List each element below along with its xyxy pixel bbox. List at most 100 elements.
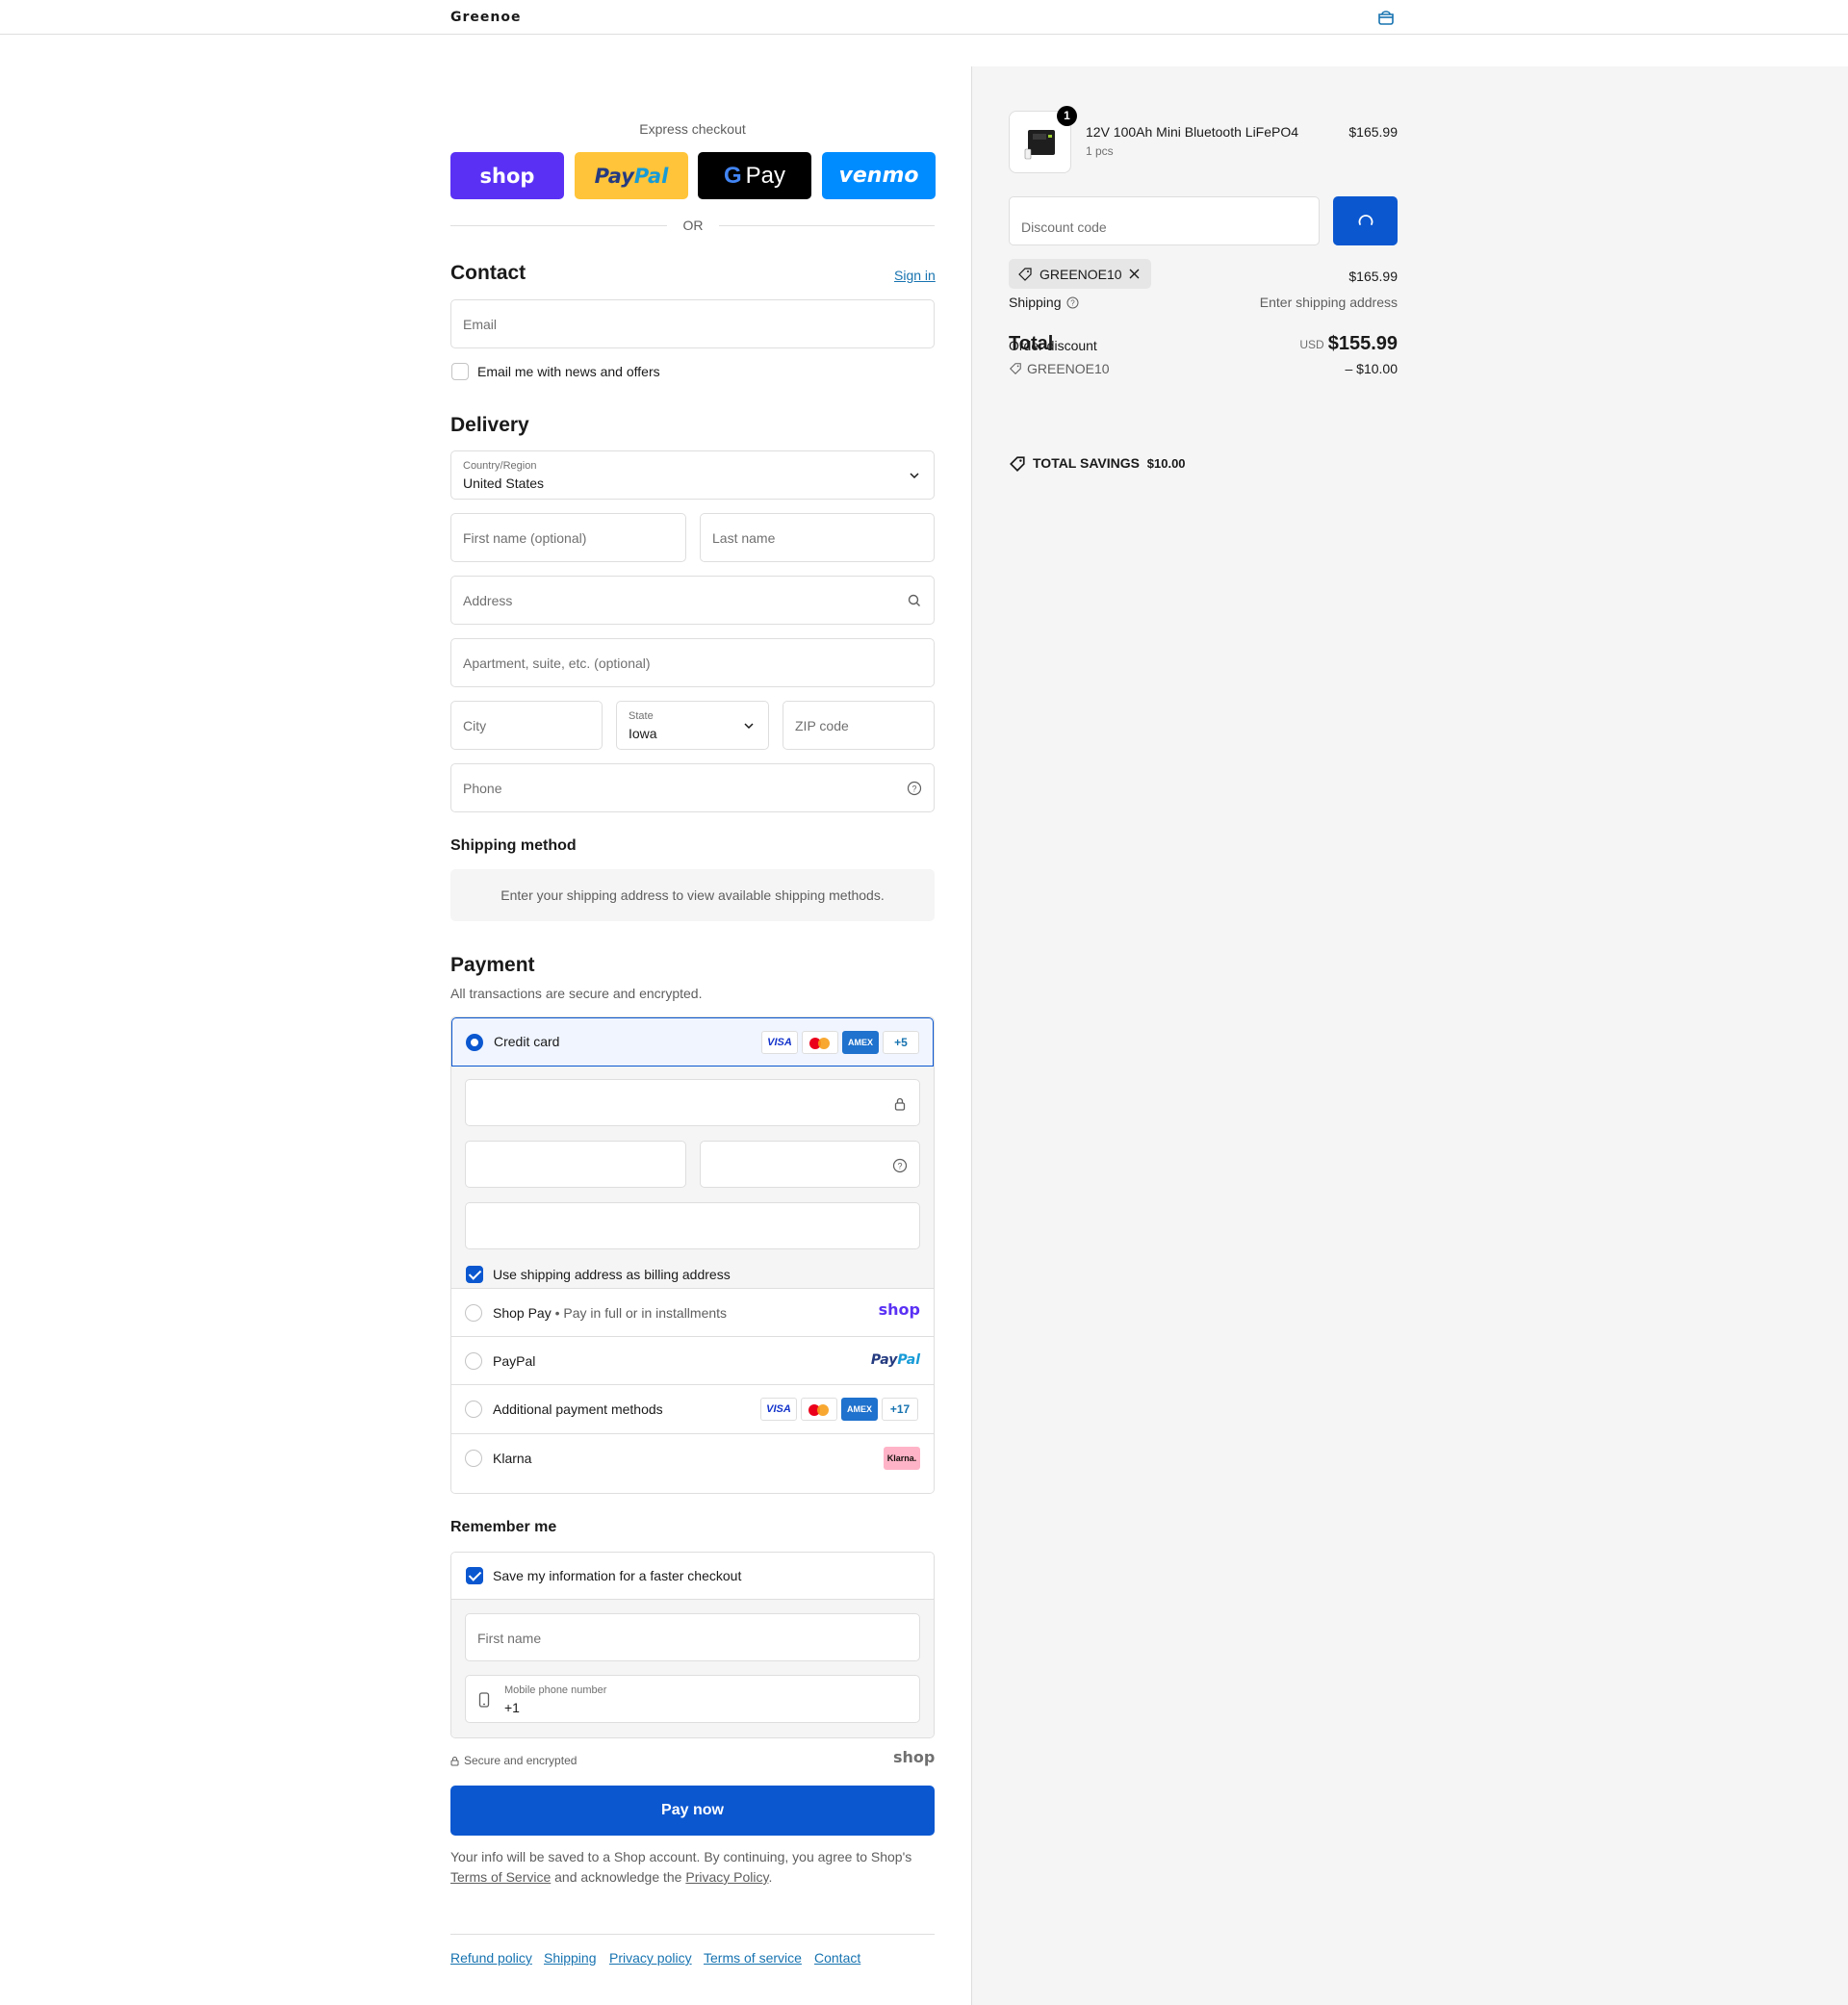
total-row: USD $155.99 <box>1205 333 1398 355</box>
country-select[interactable]: Country/Region United States <box>450 450 935 500</box>
last-name-field[interactable]: Last name <box>700 513 935 562</box>
news-offers-checkbox[interactable] <box>451 363 469 380</box>
email-field[interactable]: Email <box>450 299 935 348</box>
name-on-card-field[interactable] <box>465 1202 920 1249</box>
paypal-label: PayPal <box>493 1353 536 1369</box>
card-number-field[interactable] <box>465 1079 920 1126</box>
applied-discount-chip: GREENOE10 <box>1009 259 1151 289</box>
footer-divider <box>450 1934 935 1935</box>
apartment-placeholder: Apartment, suite, etc. (optional) <box>463 655 651 671</box>
shop-pay-label: Shop Pay • Pay in full or in installment… <box>493 1305 728 1321</box>
paypal-option[interactable]: PayPal PayPal <box>451 1337 934 1385</box>
header: Greenoe <box>0 0 1848 35</box>
secure-encrypted-label: Secure and encrypted <box>464 1754 578 1767</box>
applied-discount-code: GREENOE10 <box>1040 267 1122 282</box>
zip-placeholder: ZIP code <box>795 718 849 733</box>
remember-me-box: Save my information for a faster checkou… <box>450 1552 935 1738</box>
paypal-radio[interactable] <box>465 1352 482 1370</box>
svg-text:?: ? <box>911 784 916 794</box>
privacy-policy-link[interactable]: Privacy Policy <box>685 1869 768 1885</box>
divider <box>719 225 935 226</box>
search-icon <box>908 594 920 606</box>
shipping-method-message: Enter your shipping address to view avai… <box>450 869 935 921</box>
credit-card-radio[interactable] <box>466 1034 483 1051</box>
or-divider-label: OR <box>682 218 704 233</box>
google-g-icon: G <box>723 162 742 189</box>
credit-card-option[interactable]: Credit card VISA AMEX +5 <box>451 1017 934 1067</box>
address-placeholder: Address <box>463 593 513 608</box>
shipping-method-title: Shipping method <box>450 837 577 854</box>
google-pay-express-button[interactable]: G Pay <box>698 152 811 199</box>
tag-icon <box>1018 268 1032 281</box>
discount-code-placeholder: Discount code <box>1021 219 1107 235</box>
email-placeholder: Email <box>463 317 498 332</box>
amex-icon: AMEX <box>841 1398 878 1421</box>
klarna-logo: Klarna. <box>884 1447 920 1470</box>
help-icon[interactable]: ? <box>892 1158 908 1173</box>
footer-shipping-link[interactable]: Shipping <box>544 1950 597 1966</box>
first-name-placeholder: First name (optional) <box>463 530 587 546</box>
city-field[interactable]: City <box>450 701 603 750</box>
quantity-badge: 1 <box>1057 106 1077 126</box>
first-name-field[interactable]: First name (optional) <box>450 513 686 562</box>
remember-me-title: Remember me <box>450 1519 557 1535</box>
expiration-date-field[interactable] <box>465 1141 686 1188</box>
visa-icon: VISA <box>761 1031 798 1054</box>
footer-terms-link[interactable]: Terms of service <box>704 1950 802 1966</box>
phone-placeholder: Phone <box>463 781 502 796</box>
divider <box>450 225 667 226</box>
phone-field[interactable]: Phone ? <box>450 763 935 812</box>
payment-methods: Credit card VISA AMEX +5 ? Use shipping … <box>450 1016 935 1494</box>
klarna-option[interactable]: Klarna Klarna. <box>451 1434 934 1493</box>
save-info-row[interactable]: Save my information for a faster checkou… <box>451 1553 934 1600</box>
footer-refund-policy-link[interactable]: Refund policy <box>450 1950 532 1966</box>
lock-icon <box>450 1757 459 1766</box>
remember-first-name-field[interactable]: First name <box>465 1613 920 1661</box>
mobile-phone-field[interactable]: Mobile phone number +1 <box>465 1675 920 1723</box>
terms-of-service-link[interactable]: Terms of Service <box>450 1869 551 1885</box>
apply-discount-button[interactable] <box>1333 196 1398 245</box>
apartment-field[interactable]: Apartment, suite, etc. (optional) <box>450 638 935 687</box>
phone-icon <box>478 1692 490 1708</box>
shop-pay-option[interactable]: Shop Pay • Pay in full or in installment… <box>451 1289 934 1337</box>
mobile-phone-value: +1 <box>504 1700 520 1715</box>
product-variant: 1 pcs <box>1086 144 1114 158</box>
shop-pay-radio[interactable] <box>465 1304 482 1322</box>
footer-contact-link[interactable]: Contact <box>814 1950 860 1966</box>
close-icon[interactable] <box>1128 268 1141 280</box>
product-name: 12V 100Ah Mini Bluetooth LiFePO4 <box>1086 124 1299 140</box>
visa-icon: VISA <box>760 1398 797 1421</box>
paypal-express-button[interactable]: Pay Pal <box>575 152 688 199</box>
help-icon[interactable]: ? <box>1066 296 1079 309</box>
sign-in-link[interactable]: Sign in <box>894 268 936 283</box>
additional-methods-radio[interactable] <box>465 1401 482 1418</box>
more-cards-badge: +5 <box>883 1031 919 1054</box>
mastercard-icon <box>801 1398 837 1421</box>
contact-title: Contact <box>450 262 526 284</box>
klarna-radio[interactable] <box>465 1450 482 1467</box>
pay-now-button[interactable]: Pay now <box>450 1786 935 1836</box>
store-logo[interactable]: Greenoe <box>450 10 521 25</box>
billing-same-label: Use shipping address as billing address <box>493 1267 731 1282</box>
legal-text: Your info will be saved to a Shop accoun… <box>450 1849 912 1885</box>
address-field[interactable]: Address <box>450 576 935 625</box>
zip-field[interactable]: ZIP code <box>783 701 935 750</box>
tag-icon <box>1010 456 1025 472</box>
security-code-field[interactable]: ? <box>700 1141 920 1188</box>
state-select[interactable]: State Iowa <box>616 701 769 750</box>
chevron-down-icon <box>744 723 754 730</box>
cart-icon[interactable] <box>1376 9 1396 26</box>
klarna-label: Klarna <box>493 1451 532 1466</box>
country-value: United States <box>463 476 545 491</box>
venmo-express-button[interactable]: venmo <box>822 152 936 199</box>
help-icon[interactable]: ? <box>907 781 922 796</box>
save-info-checkbox[interactable] <box>466 1567 483 1584</box>
additional-methods-option[interactable]: Additional payment methods VISA AMEX +17 <box>451 1385 934 1434</box>
discount-code-field[interactable]: Discount code <box>1009 196 1320 245</box>
footer-privacy-policy-link[interactable]: Privacy policy <box>609 1950 692 1966</box>
shop-pay-express-button[interactable]: shop <box>450 152 564 199</box>
shop-pay-logo: shop <box>878 1300 920 1319</box>
subtotal-value: $165.99 <box>1348 269 1398 284</box>
billing-same-checkbox[interactable] <box>466 1266 483 1283</box>
svg-text:?: ? <box>897 1162 902 1171</box>
